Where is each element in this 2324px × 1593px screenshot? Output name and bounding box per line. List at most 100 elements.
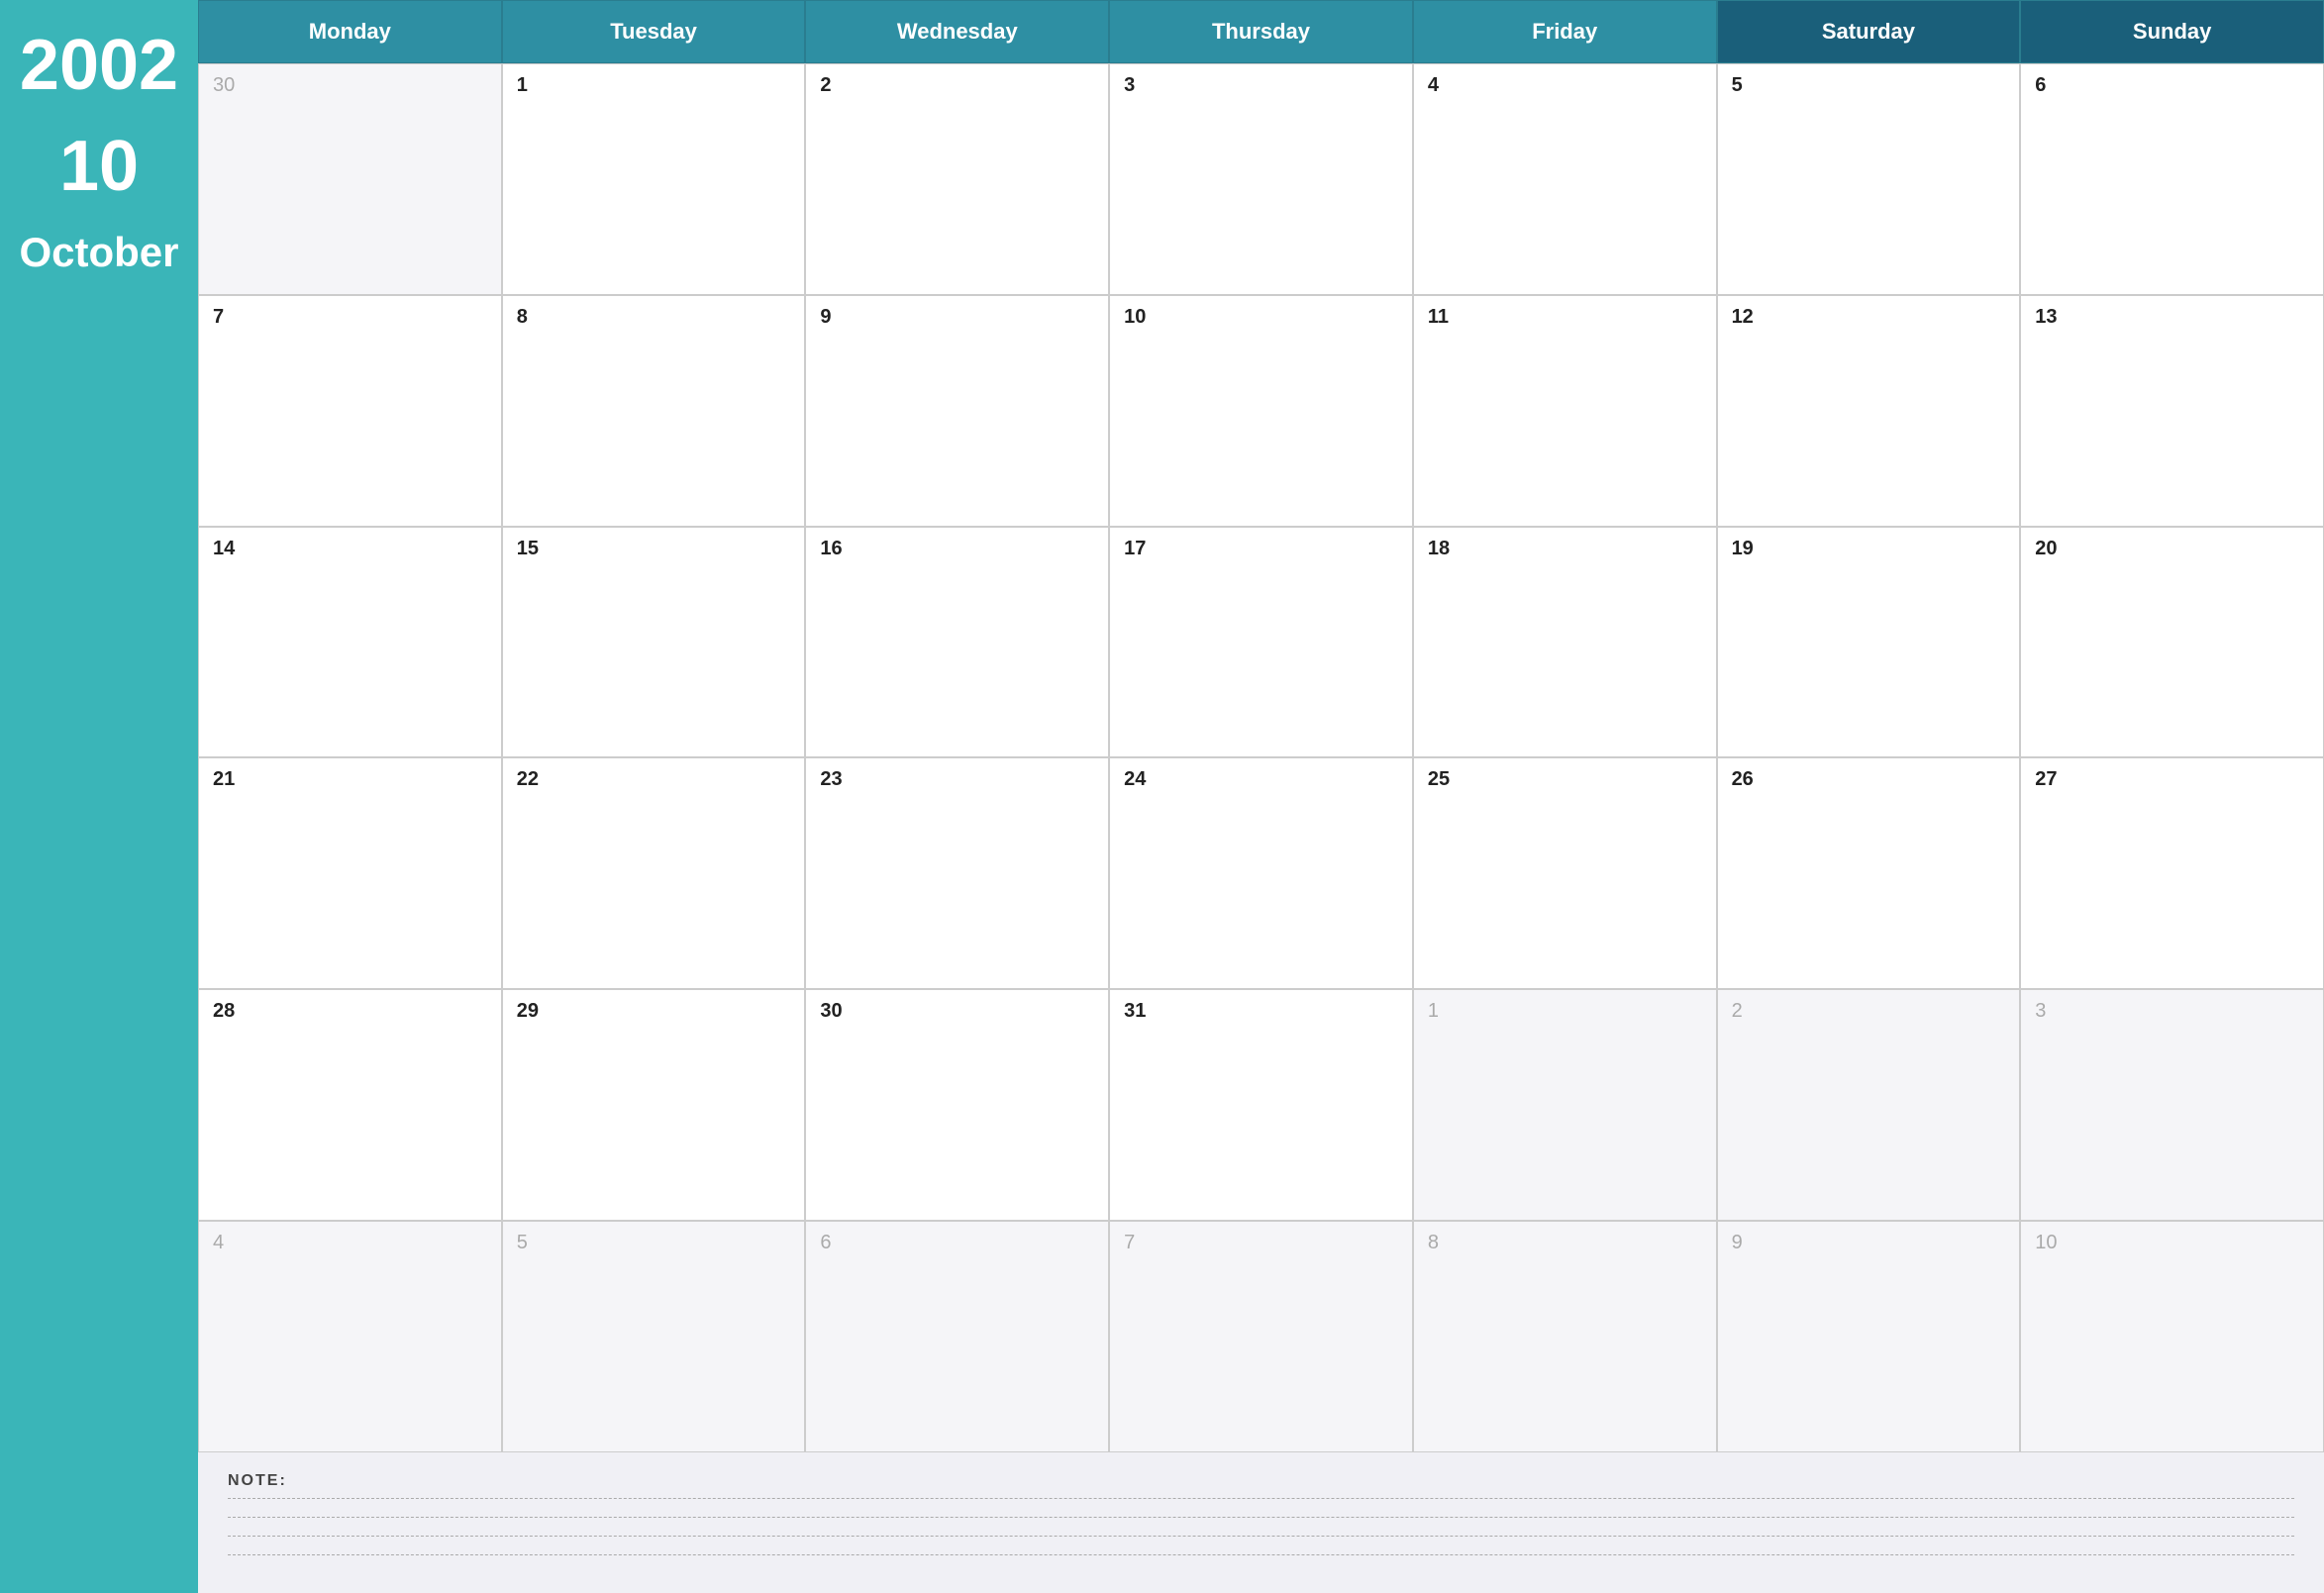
day-cell[interactable]: 9 bbox=[805, 295, 1109, 527]
header-tuesday: Tuesday bbox=[502, 0, 806, 63]
day-number: 20 bbox=[2035, 538, 2057, 559]
day-cell[interactable]: 5 bbox=[1717, 63, 2021, 295]
day-cell[interactable]: 27 bbox=[2020, 757, 2324, 989]
day-cell[interactable]: 4 bbox=[198, 1221, 502, 1452]
day-cell[interactable]: 10 bbox=[2020, 1221, 2324, 1452]
day-number: 19 bbox=[1732, 538, 1754, 559]
day-number: 26 bbox=[1732, 768, 1754, 790]
day-number: 5 bbox=[1732, 74, 1743, 96]
day-number: 16 bbox=[820, 538, 842, 559]
week-row-3: 14 15 16 17 18 19 bbox=[198, 527, 2324, 758]
day-number: 15 bbox=[517, 538, 539, 559]
day-cell[interactable]: 24 bbox=[1109, 757, 1413, 989]
day-cell[interactable]: 17 bbox=[1109, 527, 1413, 758]
day-number: 21 bbox=[213, 768, 235, 790]
notes-line-2 bbox=[228, 1517, 2294, 1518]
day-cell[interactable]: 1 bbox=[1413, 989, 1717, 1221]
day-cell[interactable]: 30 bbox=[198, 63, 502, 295]
month-label: October bbox=[19, 232, 178, 273]
day-number: 4 bbox=[1428, 74, 1439, 96]
day-number: 6 bbox=[2035, 74, 2046, 96]
day-number: 18 bbox=[1428, 538, 1450, 559]
year-label: 2002 bbox=[20, 30, 178, 101]
day-cell[interactable]: 18 bbox=[1413, 527, 1717, 758]
day-cell[interactable]: 30 bbox=[805, 989, 1109, 1221]
day-number: 28 bbox=[213, 1000, 235, 1022]
day-cell[interactable]: 2 bbox=[1717, 989, 2021, 1221]
day-number: 25 bbox=[1428, 768, 1450, 790]
week-row-6: 4 5 6 7 8 9 bbox=[198, 1221, 2324, 1452]
calendar-wrapper: 2002 10 October Monday Tuesday Wednesday… bbox=[0, 0, 2324, 1593]
day-cell[interactable]: 2 bbox=[805, 63, 1109, 295]
day-cell[interactable]: 15 bbox=[502, 527, 806, 758]
day-number: 2 bbox=[1732, 1000, 1743, 1022]
day-number: 11 bbox=[1428, 306, 1449, 328]
day-cell[interactable]: 16 bbox=[805, 527, 1109, 758]
sidebar: 2002 10 October bbox=[0, 0, 198, 1593]
notes-section: NOTE: bbox=[198, 1452, 2324, 1593]
header-monday: Monday bbox=[198, 0, 502, 63]
day-number: 13 bbox=[2035, 306, 2057, 328]
day-number: 8 bbox=[1428, 1232, 1439, 1253]
header-saturday: Saturday bbox=[1717, 0, 2021, 63]
day-cell[interactable]: 7 bbox=[198, 295, 502, 527]
day-cell[interactable]: 8 bbox=[502, 295, 806, 527]
day-number: 23 bbox=[820, 768, 842, 790]
notes-line-4 bbox=[228, 1554, 2294, 1555]
day-cell[interactable]: 3 bbox=[2020, 989, 2324, 1221]
day-cell[interactable]: 26 bbox=[1717, 757, 2021, 989]
day-cell[interactable]: 10 bbox=[1109, 295, 1413, 527]
week-number-label: 10 bbox=[59, 131, 139, 202]
day-cell[interactable]: 14 bbox=[198, 527, 502, 758]
day-cell[interactable]: 5 bbox=[502, 1221, 806, 1452]
header-thursday: Thursday bbox=[1109, 0, 1413, 63]
day-cell[interactable]: 28 bbox=[198, 989, 502, 1221]
notes-line-1 bbox=[228, 1498, 2294, 1499]
day-cell[interactable]: 12 bbox=[1717, 295, 2021, 527]
day-cell[interactable]: 20 bbox=[2020, 527, 2324, 758]
day-number: 3 bbox=[2035, 1000, 2046, 1022]
day-number: 14 bbox=[213, 538, 235, 559]
day-number: 10 bbox=[2035, 1232, 2057, 1253]
week-row-5: 28 29 30 31 1 2 bbox=[198, 989, 2324, 1221]
day-number: 2 bbox=[820, 74, 831, 96]
day-cell[interactable]: 7 bbox=[1109, 1221, 1413, 1452]
calendar-header: Monday Tuesday Wednesday Thursday Friday… bbox=[198, 0, 2324, 63]
day-cell[interactable]: 11 bbox=[1413, 295, 1717, 527]
day-cell[interactable]: 6 bbox=[2020, 63, 2324, 295]
notes-label: NOTE: bbox=[228, 1472, 2294, 1490]
day-cell[interactable]: 21 bbox=[198, 757, 502, 989]
day-cell[interactable]: 8 bbox=[1413, 1221, 1717, 1452]
day-cell[interactable]: 9 bbox=[1717, 1221, 2021, 1452]
day-number: 12 bbox=[1732, 306, 1754, 328]
day-cell[interactable]: 25 bbox=[1413, 757, 1717, 989]
calendar-grid: Monday Tuesday Wednesday Thursday Friday… bbox=[198, 0, 2324, 1452]
day-number: 6 bbox=[820, 1232, 831, 1253]
day-cell[interactable]: 29 bbox=[502, 989, 806, 1221]
day-number: 17 bbox=[1124, 538, 1146, 559]
day-number: 5 bbox=[517, 1232, 528, 1253]
day-number: 31 bbox=[1124, 1000, 1146, 1022]
weeks-container: 30 1 2 3 4 5 bbox=[198, 63, 2324, 1452]
day-cell[interactable]: 23 bbox=[805, 757, 1109, 989]
notes-line-3 bbox=[228, 1536, 2294, 1537]
day-cell[interactable]: 1 bbox=[502, 63, 806, 295]
day-cell[interactable]: 4 bbox=[1413, 63, 1717, 295]
header-friday: Friday bbox=[1413, 0, 1717, 63]
day-cell[interactable]: 19 bbox=[1717, 527, 2021, 758]
week-row-4: 21 22 23 24 25 26 bbox=[198, 757, 2324, 989]
day-cell[interactable]: 22 bbox=[502, 757, 806, 989]
day-number: 7 bbox=[213, 306, 224, 328]
day-number: 10 bbox=[1124, 306, 1146, 328]
calendar-main: Monday Tuesday Wednesday Thursday Friday… bbox=[198, 0, 2324, 1593]
day-cell[interactable]: 31 bbox=[1109, 989, 1413, 1221]
day-cell[interactable]: 6 bbox=[805, 1221, 1109, 1452]
day-cell[interactable]: 3 bbox=[1109, 63, 1413, 295]
day-number: 30 bbox=[820, 1000, 842, 1022]
day-number: 9 bbox=[1732, 1232, 1743, 1253]
day-number: 22 bbox=[517, 768, 539, 790]
day-cell[interactable]: 13 bbox=[2020, 295, 2324, 527]
day-number: 7 bbox=[1124, 1232, 1135, 1253]
week-row-2: 7 8 9 10 11 12 bbox=[198, 295, 2324, 527]
day-number: 8 bbox=[517, 306, 528, 328]
